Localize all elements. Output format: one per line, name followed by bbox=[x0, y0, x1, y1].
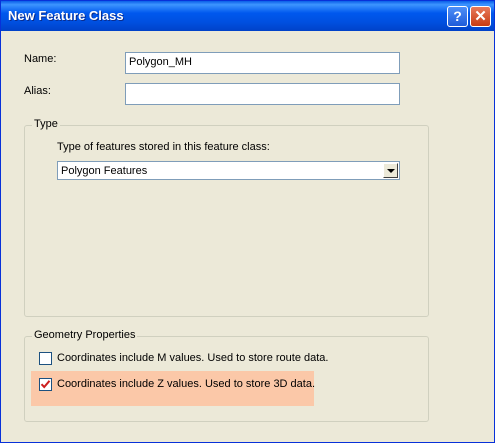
z-values-checkbox[interactable] bbox=[39, 378, 52, 391]
geometry-group-title: Geometry Properties bbox=[32, 329, 138, 341]
type-description: Type of features stored in this feature … bbox=[57, 141, 270, 153]
new-feature-class-dialog: New Feature Class ? ✕ Name: Polygon_MH A… bbox=[0, 0, 495, 443]
type-group-title: Type bbox=[32, 118, 60, 130]
geometry-properties-group: Geometry Properties Coordinates include … bbox=[24, 329, 429, 422]
dialog-title: New Feature Class bbox=[8, 8, 124, 23]
m-values-label[interactable]: Coordinates include M values. Used to st… bbox=[57, 352, 328, 364]
alias-label: Alias: bbox=[24, 85, 51, 97]
feature-type-select[interactable]: Polygon Features bbox=[57, 161, 400, 180]
help-button[interactable]: ? bbox=[447, 6, 468, 27]
m-values-checkbox[interactable] bbox=[39, 352, 52, 365]
question-mark-icon: ? bbox=[453, 8, 462, 24]
type-group: Type Type of features stored in this fea… bbox=[24, 118, 429, 317]
alias-input[interactable] bbox=[125, 83, 400, 105]
chevron-down-icon[interactable] bbox=[383, 163, 398, 178]
z-values-label[interactable]: Coordinates include Z values. Used to st… bbox=[57, 378, 315, 390]
checkmark-icon bbox=[40, 380, 51, 389]
title-bar[interactable]: New Feature Class ? ✕ bbox=[1, 1, 494, 31]
feature-type-value: Polygon Features bbox=[61, 165, 148, 177]
name-label: Name: bbox=[24, 53, 57, 65]
close-button[interactable]: ✕ bbox=[470, 6, 491, 27]
name-input[interactable]: Polygon_MH bbox=[125, 52, 400, 74]
close-icon: ✕ bbox=[474, 8, 487, 25]
